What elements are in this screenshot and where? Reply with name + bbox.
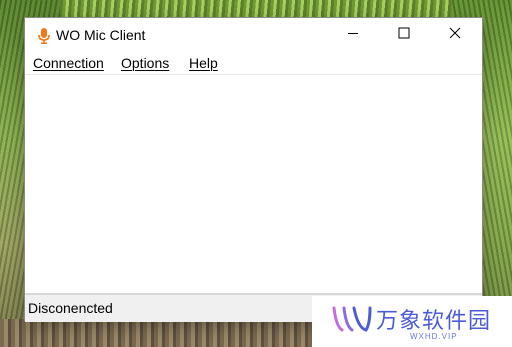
watermark-badge: 万象软件园 WXHD.VIP xyxy=(312,296,512,347)
app-window: WO Mic Client Connection Options Help Di… xyxy=(25,18,482,322)
main-content-area xyxy=(25,74,482,293)
window-title: WO Mic Client xyxy=(56,27,146,43)
close-button[interactable] xyxy=(432,18,478,52)
menu-bar: Connection Options Help xyxy=(25,52,482,74)
watermark-logo-icon xyxy=(330,304,374,334)
watermark-text: 万象软件园 xyxy=(376,309,492,334)
watermark-url: WXHD.VIP xyxy=(410,332,458,341)
title-bar[interactable]: WO Mic Client xyxy=(25,18,482,52)
menu-options[interactable]: Options xyxy=(121,55,169,71)
minimize-button[interactable] xyxy=(330,18,376,52)
maximize-icon xyxy=(398,26,410,44)
menu-connection[interactable]: Connection xyxy=(33,55,104,71)
connection-status: Disconencted xyxy=(28,300,113,316)
menu-help[interactable]: Help xyxy=(189,55,218,71)
close-icon xyxy=(449,26,461,44)
minimize-icon xyxy=(347,26,359,44)
microphone-icon xyxy=(38,28,50,44)
maximize-button[interactable] xyxy=(381,18,427,52)
desktop-grass-top xyxy=(0,0,512,18)
